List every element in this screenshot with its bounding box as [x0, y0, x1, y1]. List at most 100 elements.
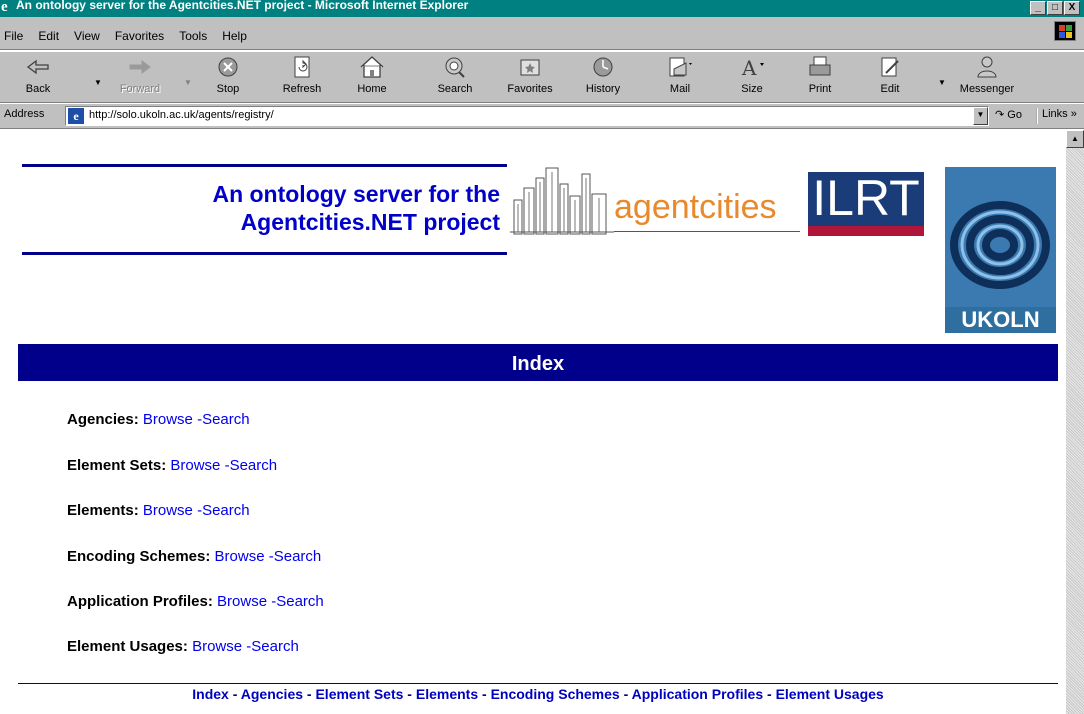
refresh-icon	[294, 56, 310, 78]
agentcities-logo-text: agentcities	[614, 188, 777, 226]
logo-underline	[614, 231, 800, 232]
entry-element-usages: Element Usages: Browse -Search	[67, 638, 299, 655]
address-label: Address	[4, 108, 45, 120]
agencies-browse-link[interactable]: Browse	[143, 411, 193, 428]
footer-link-agencies[interactable]: Agencies	[241, 686, 303, 702]
agencies-search-link[interactable]: -Search	[197, 411, 250, 428]
menu-bar: File Edit View Favorites Tools Help	[0, 17, 1084, 50]
mail-icon	[669, 57, 692, 77]
encoding-schemes-browse-link[interactable]: Browse	[215, 548, 265, 565]
stop-icon	[218, 57, 238, 77]
elements-browse-link[interactable]: Browse	[143, 502, 193, 519]
ilrt-logo-stripe	[808, 226, 924, 236]
toolbar: Back ▼ Forward ▼ Stop Refresh Home Searc…	[0, 51, 1084, 103]
forward-dropdown-icon[interactable]: ▼	[184, 78, 192, 87]
window-title-bar[interactable]: e An ontology server for the Agentcities…	[0, 0, 1084, 17]
entry-application-profiles: Application Profiles: Browse -Search	[67, 593, 324, 610]
maximize-button[interactable]: □	[1047, 1, 1063, 15]
forward-button[interactable]: Forward	[112, 55, 168, 101]
address-bar: Address e ▼ ↷ Go Links »	[0, 104, 1084, 129]
index-header: Index	[18, 344, 1058, 381]
elements-search-link[interactable]: -Search	[197, 502, 250, 519]
search-icon	[445, 57, 465, 78]
ukoln-logo[interactable]: UKOLN	[945, 167, 1056, 333]
links-button[interactable]: Links »	[1036, 108, 1077, 124]
menu-edit[interactable]: Edit	[38, 29, 59, 43]
index-title: Index	[511, 353, 565, 375]
element-usages-search-link[interactable]: -Search	[246, 638, 299, 655]
back-arrow-icon	[26, 59, 49, 75]
element-sets-browse-link[interactable]: Browse	[170, 457, 220, 474]
application-profiles-search-link[interactable]: -Search	[271, 593, 324, 610]
messenger-icon	[977, 56, 997, 78]
window-title: An ontology server for the Agentcities.N…	[16, 0, 469, 12]
ilrt-logo-text: ILRT	[812, 170, 920, 226]
address-dropdown-icon[interactable]: ▼	[973, 107, 988, 125]
favorites-icon	[520, 59, 540, 76]
entry-agencies: Agencies: Browse -Search	[67, 411, 250, 428]
go-button[interactable]: ↷ Go	[995, 108, 1022, 121]
edit-icon	[881, 57, 899, 77]
menu-file[interactable]: File	[4, 29, 23, 43]
refresh-button[interactable]: Refresh	[276, 55, 328, 101]
entry-elements: Elements: Browse -Search	[67, 502, 250, 519]
size-button[interactable]: A Size	[732, 55, 772, 101]
back-dropdown-icon[interactable]: ▼	[94, 78, 102, 87]
font-size-icon: A	[741, 56, 764, 79]
footer-link-element-usages[interactable]: Element Usages	[776, 686, 884, 702]
menu-favorites[interactable]: Favorites	[115, 29, 164, 43]
application-profiles-browse-link[interactable]: Browse	[217, 593, 267, 610]
messenger-button[interactable]: Messenger	[950, 55, 1024, 101]
close-button[interactable]: X	[1064, 1, 1080, 15]
footer-link-index[interactable]: Index	[192, 686, 229, 702]
back-button[interactable]: Back	[18, 55, 58, 101]
url-input[interactable]	[89, 109, 959, 121]
home-icon	[360, 56, 384, 78]
print-icon	[809, 56, 831, 76]
menu-view[interactable]: View	[74, 29, 100, 43]
minimize-button[interactable]: _	[1030, 1, 1046, 15]
search-button[interactable]: Search	[430, 55, 480, 101]
footer-nav: Index - Agencies - Element Sets - Elemen…	[192, 686, 884, 702]
edit-button[interactable]: Edit	[870, 55, 910, 101]
go-arrow-icon: ↷	[995, 109, 1005, 121]
forward-arrow-icon	[129, 60, 151, 74]
vertical-scrollbar[interactable]: ▲	[1066, 130, 1084, 714]
ilrt-logo[interactable]: ILRT	[808, 172, 924, 236]
home-button[interactable]: Home	[352, 55, 392, 101]
favorites-button[interactable]: Favorites	[500, 55, 560, 101]
menu-help[interactable]: Help	[222, 29, 247, 43]
mail-button[interactable]: Mail	[660, 55, 700, 101]
footer-link-encoding-schemes[interactable]: Encoding Schemes	[491, 686, 620, 702]
element-sets-search-link[interactable]: -Search	[225, 457, 278, 474]
page-content: An ontology server for the Agentcities.N…	[0, 130, 1066, 714]
ie-logo-icon: e	[1, 0, 8, 15]
windows-logo-icon	[1054, 21, 1076, 41]
page-icon: e	[68, 108, 84, 124]
history-button[interactable]: History	[578, 55, 628, 101]
footer-link-element-sets[interactable]: Element Sets	[315, 686, 403, 702]
site-title-line1: An ontology server for the	[212, 181, 500, 207]
site-title: An ontology server for the Agentcities.N…	[22, 180, 500, 236]
footer-link-application-profiles[interactable]: Application Profiles	[632, 686, 763, 702]
ukoln-spiral-icon	[945, 167, 1056, 307]
agentcities-logo[interactable]: agentcities	[510, 166, 800, 236]
stop-button[interactable]: Stop	[208, 55, 248, 101]
scroll-up-arrow-icon[interactable]: ▲	[1066, 130, 1084, 148]
svg-text:A: A	[741, 56, 757, 79]
element-usages-browse-link[interactable]: Browse	[192, 638, 242, 655]
title-rule-bottom	[22, 252, 507, 255]
ukoln-logo-text: UKOLN	[961, 307, 1040, 332]
entry-element-sets: Element Sets: Browse -Search	[67, 457, 278, 474]
print-button[interactable]: Print	[800, 55, 840, 101]
menu-tools[interactable]: Tools	[179, 29, 207, 43]
address-field[interactable]: e ▼	[65, 106, 989, 126]
footer-link-elements[interactable]: Elements	[416, 686, 478, 702]
title-rule-top	[22, 164, 507, 167]
entry-encoding-schemes: Encoding Schemes: Browse -Search	[67, 548, 322, 565]
window-controls: _ □ X	[1029, 1, 1080, 15]
footer-rule	[18, 683, 1058, 684]
edit-dropdown-icon[interactable]: ▼	[938, 78, 946, 87]
history-icon	[593, 57, 613, 77]
encoding-schemes-search-link[interactable]: -Search	[269, 548, 322, 565]
